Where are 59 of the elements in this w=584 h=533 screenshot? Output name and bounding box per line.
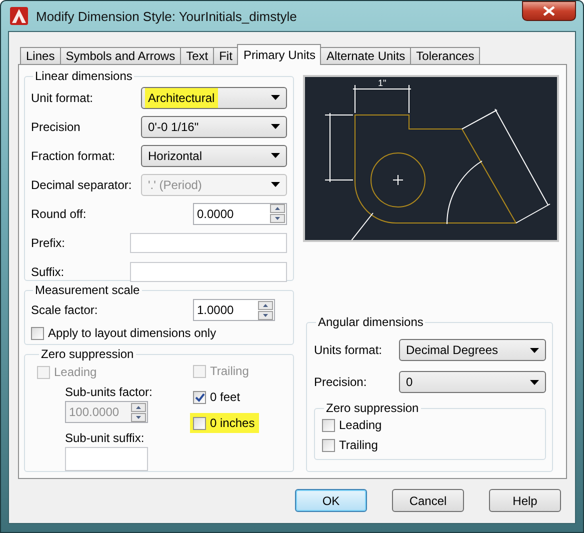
spin-down-icon[interactable] — [258, 310, 273, 320]
field-label: Units format: — [314, 343, 382, 357]
dropdown[interactable]: 0'-0 1/16" — [141, 116, 287, 138]
checkmark-icon — [194, 392, 204, 402]
checkbox[interactable]: Leading — [319, 415, 539, 435]
field-label: Prefix: — [31, 236, 66, 250]
checkbox[interactable]: 0 feet — [190, 387, 259, 407]
dropdown[interactable]: Horizontal — [141, 144, 287, 166]
text-field[interactable] — [130, 232, 287, 252]
window-title: Modify Dimension Style: YourInitials_dimstyle — [36, 8, 298, 24]
dropdown[interactable]: Architectural — [141, 86, 287, 108]
number-spinner[interactable]: 0.0000 — [193, 202, 287, 224]
group-title: Linear dimensions — [34, 69, 134, 83]
field-label: Scale factor: — [31, 303, 98, 317]
text-field[interactable] — [65, 447, 148, 471]
dialog-button[interactable]: OK — [295, 489, 367, 512]
field-label: Fraction format: — [31, 148, 116, 162]
tab[interactable]: Symbols and Arrows — [60, 47, 182, 65]
spin-down-icon[interactable] — [270, 214, 285, 223]
field-label: Precision: — [314, 375, 367, 389]
dropdown[interactable]: Decimal Degrees — [399, 339, 546, 361]
tab[interactable]: Tolerances — [410, 47, 480, 65]
tab[interactable]: Alternate Units — [320, 47, 412, 65]
tab[interactable]: Fit — [213, 47, 238, 65]
dropdown-arrow-icon — [271, 182, 280, 187]
dropdown-arrow-icon — [530, 348, 539, 352]
dimension-label: 1" — [378, 78, 386, 88]
center-mark-icon — [392, 174, 404, 186]
number-spinner[interactable]: 1.0000 — [193, 299, 275, 321]
dropdown[interactable]: 0 — [399, 371, 546, 393]
spin-up-icon[interactable] — [258, 300, 273, 310]
tab[interactable]: Primary Units — [237, 44, 322, 65]
group-title: Measurement scale — [34, 283, 141, 297]
close-button[interactable] — [522, 1, 576, 21]
field-label: Unit format: — [31, 90, 94, 104]
group-title: Zero suppression — [325, 401, 420, 415]
field-label: Sub-units factor: — [65, 385, 154, 399]
field-label: Round off: — [31, 206, 86, 220]
checkbox[interactable]: 0 inches — [190, 413, 259, 433]
dropdown-arrow-icon — [271, 95, 280, 100]
spin-up-icon[interactable] — [270, 204, 285, 213]
field-label: Decimal separator: — [31, 178, 132, 192]
dialog-button[interactable]: Cancel — [392, 489, 464, 512]
tab[interactable]: Text — [180, 47, 214, 65]
checkbox[interactable]: Trailing — [319, 435, 539, 455]
dropdown-arrow-icon — [271, 153, 280, 158]
dialog-button[interactable]: Help — [489, 489, 561, 512]
field-label: Suffix: — [31, 264, 64, 278]
tab[interactable]: Lines — [20, 47, 61, 65]
dropdown-arrow-icon — [271, 124, 280, 129]
app-logo-icon — [10, 7, 28, 25]
checkbox[interactable]: Apply to layout dimensions only — [28, 323, 287, 343]
text-field[interactable] — [130, 262, 287, 282]
group-title: Zero suppression — [40, 347, 135, 361]
dropdown-arrow-icon — [530, 380, 539, 384]
close-icon — [543, 6, 555, 16]
group-title: Angular dimensions — [317, 315, 424, 329]
field-label: Sub-unit suffix: — [65, 431, 146, 445]
field-label: Precision — [31, 120, 80, 134]
